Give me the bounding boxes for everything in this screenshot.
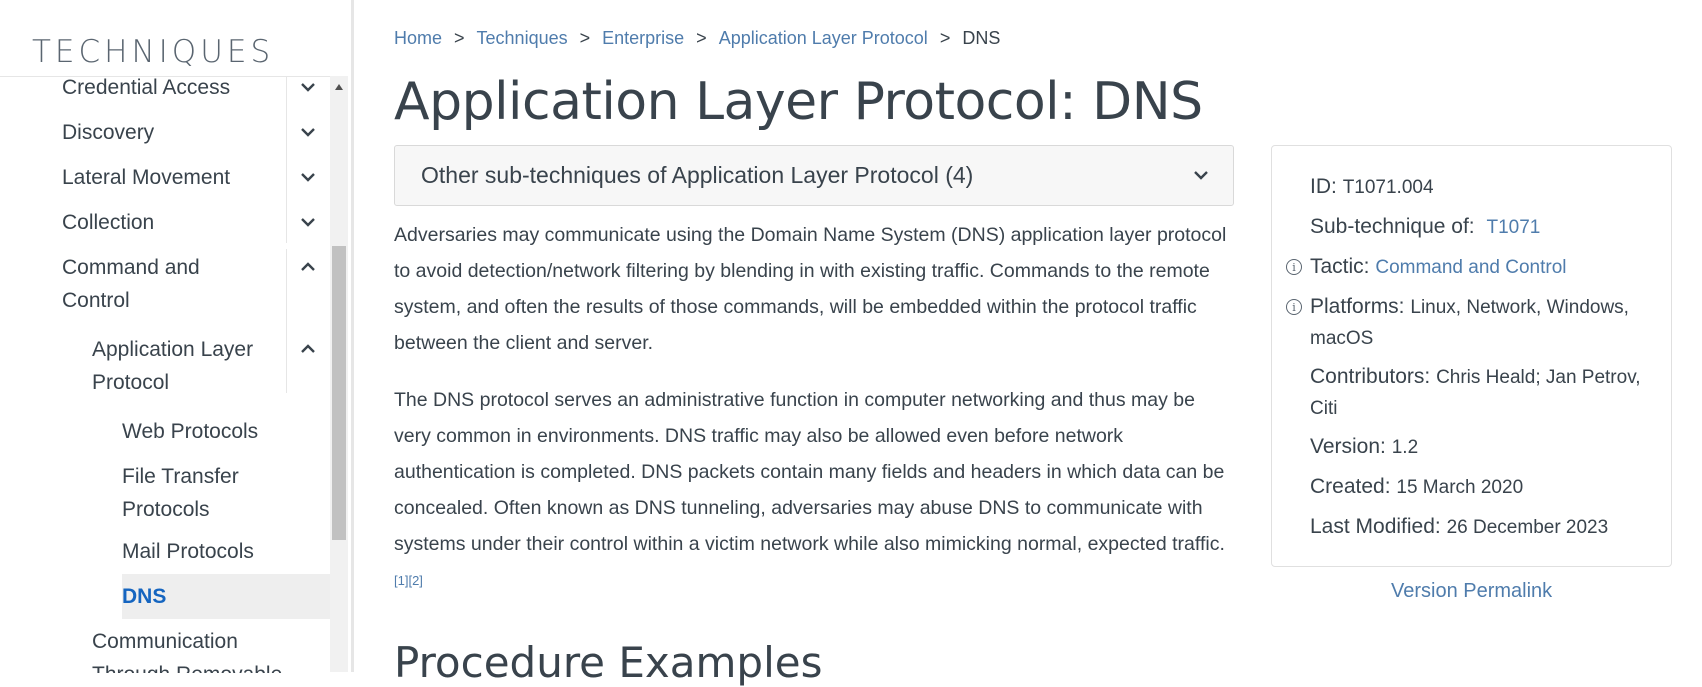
sidebar-item-collection[interactable]: Collection [62,206,154,239]
sidebar-item-credential-access[interactable]: Credential Access [62,76,231,104]
card-platforms-row: Platforms: Linux, Network, Windows, macO… [1310,292,1660,354]
description-paragraph-2-text: The DNS protocol serves an administrativ… [394,389,1225,555]
card-subtechnique-row: Sub-technique of: T1071 [1310,212,1660,243]
sidebar-item-label: Lateral Movement [62,166,231,189]
sidebar-item-label: Protocols [122,498,210,521]
sidebar-item-label: Credential Access [62,76,231,99]
card-created-label: Created: [1310,475,1391,498]
card-created-value: 15 March 2020 [1396,477,1524,498]
sidebar-item-label: DNS [122,585,167,608]
info-icon[interactable]: i [1286,299,1302,315]
breadcrumb-application-layer-protocol[interactable]: Application Layer Protocol [719,28,928,49]
sidebar-item-communication-through-removable-media[interactable]: Communication Through Removable [92,625,282,673]
breadcrumb-separator: > [939,28,951,48]
card-modified-row: Last Modified: 26 December 2023 [1310,512,1660,543]
sidebar-item-label: Communication [92,630,238,653]
sidebar-item-label: Collection [62,211,155,234]
sidebar-item-label: Discovery [62,121,155,144]
card-id-row: ID: T1071.004 [1310,172,1660,203]
breadcrumb-separator: > [696,28,707,48]
breadcrumb-current: DNS [962,28,1001,48]
sidebar-item-label: Application Layer [92,338,254,361]
sidebar-item-label: File Transfer [122,465,239,488]
breadcrumb-separator: > [454,28,465,48]
card-contributors-row: Contributors: Chris Heald; Jan Petrov, C… [1310,362,1660,424]
sidebar-item-label: Command and [62,256,200,279]
citation-link-1[interactable]: [1] [394,573,408,588]
breadcrumb-enterprise[interactable]: Enterprise [602,28,684,49]
sidebar-item-label: Web Protocols [122,420,259,443]
sidebar-item-mail-protocols[interactable]: Mail Protocols [122,535,254,568]
version-permalink-link[interactable]: Version Permalink [1391,580,1552,603]
description-paragraph-1: Adversaries may communicate using the Do… [394,224,1227,354]
sidebar-item-application-layer-protocol[interactable]: Application Layer Protocol [92,333,253,399]
card-tactic-row: Tactic: Command and Control [1310,252,1660,283]
chevron-down-icon[interactable] [298,212,318,232]
card-modified-value: 26 December 2023 [1446,517,1609,538]
scrollbar-thumb[interactable] [332,246,346,540]
card-platforms-label: Platforms: [1310,295,1405,318]
description-paragraph-2: The DNS protocol serves an administrativ… [394,382,1236,605]
sidebar-title: TECHNIQUES [32,34,275,70]
card-tactic-link[interactable]: Command and Control [1375,257,1566,278]
card-id-value: T1071.004 [1342,177,1434,198]
breadcrumb-home[interactable]: Home [394,28,442,49]
sidebar-item-dns[interactable]: DNS [122,580,166,613]
breadcrumb: Home > Techniques > Enterprise > Applica… [394,28,1000,49]
card-version-label: Version: [1310,435,1386,458]
sidebar-item-label: Protocol [92,371,170,394]
card-id-label: ID: [1310,175,1337,198]
nav-divider [286,77,287,243]
chevron-down-icon[interactable] [298,167,318,187]
page-title: Application Layer Protocol: DNS [394,72,1203,132]
sidebar-item-lateral-movement[interactable]: Lateral Movement [62,161,230,194]
card-subtech-label: Sub-technique of: [1310,215,1475,238]
sidebar-scrollbar[interactable] [330,76,348,672]
chevron-down-icon[interactable] [298,122,318,142]
procedure-examples-heading: Procedure Examples [394,638,823,687]
card-modified-label: Last Modified: [1310,515,1441,538]
sidebar-item-command-and-control[interactable]: Command and Control [62,251,200,317]
card-subtech-link[interactable]: T1071 [1486,217,1540,238]
info-icon[interactable]: i [1286,259,1302,275]
chevron-down-icon [1193,167,1209,185]
chevron-up-icon[interactable] [298,339,318,359]
breadcrumb-separator: > [579,28,591,48]
card-tactic-label: Tactic: [1310,255,1370,278]
card-created-row: Created: 15 March 2020 [1310,472,1660,503]
card-version-value: 1.2 [1391,437,1419,458]
nav-divider [286,249,287,393]
scroll-up-arrow-icon[interactable] [330,80,348,94]
subtechniques-label: Other sub-techniques of Application Laye… [421,162,974,188]
sidebar: TECHNIQUES Credential Access Discovery L… [0,0,354,673]
sidebar-nav: Credential Access Discovery Lateral Move… [0,76,330,673]
sidebar-item-discovery[interactable]: Discovery [62,116,154,149]
card-contributors-label: Contributors: [1310,365,1431,388]
sidebar-item-file-transfer-protocols[interactable]: File Transfer Protocols [122,460,239,526]
sidebar-item-web-protocols[interactable]: Web Protocols [122,415,258,448]
subtechniques-dropdown[interactable]: Other sub-techniques of Application Laye… [394,145,1234,206]
citation-link-2[interactable]: [2] [408,573,422,588]
sidebar-item-label: Control [62,289,130,312]
sidebar-item-label: Mail Protocols [122,540,254,563]
chevron-up-icon[interactable] [298,257,318,277]
sidebar-item-label: Through Removable [92,658,282,673]
technique-info-card: ID: T1071.004 Sub-technique of: T1071 i … [1271,145,1672,567]
chevron-down-icon[interactable] [298,77,318,97]
breadcrumb-techniques[interactable]: Techniques [477,28,568,49]
card-version-row: Version: 1.2 [1310,432,1660,463]
